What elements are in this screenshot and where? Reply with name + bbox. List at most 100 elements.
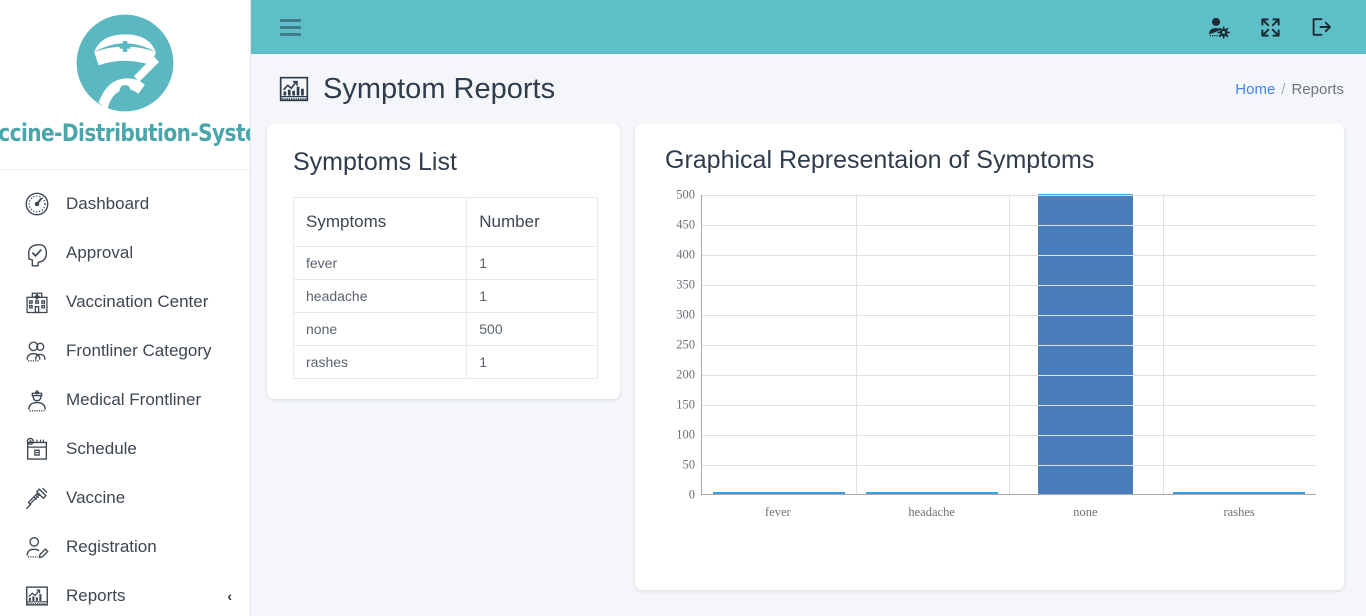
page-header: Symptom Reports Home / Reports — [251, 54, 1366, 124]
sidebar-item-label: Approval — [66, 242, 134, 262]
x-axis-tick-label: fever — [765, 505, 791, 519]
breadcrumb-home-link[interactable]: Home — [1235, 81, 1275, 98]
nurse-icon — [22, 385, 52, 415]
table-row: rashes 1 — [292, 345, 598, 379]
breadcrumb-separator: / — [1281, 80, 1286, 98]
speedometer-icon — [22, 189, 52, 219]
y-axis-tick-label: 350 — [676, 277, 695, 292]
sidebar-item-dashboard[interactable]: Dashboard — [0, 179, 250, 228]
top-navbar — [251, 0, 1366, 54]
sidebar-nav: Dashboard Approval Vaccination Center Fr… — [0, 170, 250, 616]
chart-report-icon — [22, 581, 52, 611]
cell-number: 1 — [466, 246, 598, 280]
y-axis-tick-label: 400 — [676, 247, 695, 262]
x-axis-tick-label: rashes — [1223, 505, 1255, 519]
user-pencil-icon — [22, 532, 52, 562]
cell-symptom: headache — [292, 279, 468, 313]
category-separator — [1162, 195, 1164, 494]
head-check-icon — [22, 238, 52, 268]
y-axis-tick-label: 200 — [676, 367, 695, 382]
bar[interactable] — [866, 492, 999, 494]
y-axis-tick-label: 0 — [688, 487, 695, 502]
category-separator — [1009, 195, 1010, 494]
sidebar: Vaccine-Distribution-System Dashboard — [0, 0, 251, 616]
chart-title: Graphical Representaion of Symptoms — [665, 146, 1095, 174]
y-axis-tick-label: 250 — [676, 337, 695, 352]
chart-report-icon — [279, 76, 309, 102]
sidebar-item-label: Registration — [66, 536, 157, 556]
bar[interactable] — [712, 492, 845, 494]
column-header-symptoms: Symptoms — [292, 197, 468, 247]
logout-icon[interactable] — [1309, 15, 1333, 39]
fullscreen-expand-icon[interactable] — [1259, 16, 1282, 39]
y-axis: 0 50 100 150 200 250 300 350 400 450 500 — [663, 188, 701, 502]
x-axis-tick-label: none — [1073, 505, 1098, 519]
symptoms-list-card: Symptoms List Symptoms Number fever 1 he… — [267, 124, 620, 399]
sidebar-item-medical-frontliner[interactable]: Medical Frontliner — [0, 375, 250, 424]
sidebar-item-vaccine[interactable]: Vaccine — [0, 473, 250, 522]
sidebar-item-label: Schedule — [66, 438, 137, 458]
chevron-left-icon[interactable]: ‹ — [227, 589, 232, 603]
calendar-clock-icon — [22, 434, 52, 464]
breadcrumb-current: Reports — [1291, 80, 1344, 98]
sidebar-item-label: Frontliner Category — [66, 340, 212, 360]
sidebar-item-schedule[interactable]: Schedule — [0, 424, 250, 473]
nurse-with-syringe-logo — [76, 14, 174, 112]
page-title-wrap: Symptom Reports — [277, 72, 555, 106]
user-settings-icon[interactable] — [1205, 14, 1232, 41]
y-axis-tick-label: 500 — [676, 187, 695, 202]
symptoms-table-body: fever 1 headache 1 none 500 rashes 1 — [292, 246, 598, 379]
bar[interactable] — [1038, 194, 1134, 494]
sidebar-item-reports[interactable]: Reports ‹ — [0, 571, 250, 616]
sidebar-item-label: Vaccination Center — [66, 291, 209, 311]
cell-number: 500 — [466, 312, 598, 346]
plot-wrapper: fever headache none rashes — [701, 194, 1316, 578]
table-header-row: Symptoms Number — [292, 197, 598, 247]
chart-card: Graphical Representaion of Symptoms 0 50 1… — [635, 124, 1344, 590]
column-header-number: Number — [466, 197, 598, 247]
sidebar-item-label: Vaccine — [66, 487, 126, 507]
gridline — [702, 495, 1316, 496]
sidebar-item-approval[interactable]: Approval — [0, 228, 250, 277]
x-axis-labels: fever headache none rashes — [701, 505, 1316, 520]
x-axis-tick-label: headache — [908, 505, 955, 519]
brand-title: Vaccine-Distribution-System — [0, 119, 250, 147]
symptoms-list-title: Symptoms List — [293, 148, 457, 176]
symptoms-table: Symptoms Number fever 1 headache 1 none … — [292, 197, 598, 379]
breadcrumb: Home / Reports — [1235, 81, 1344, 98]
symptoms-table-head: Symptoms Number — [292, 197, 598, 247]
y-axis-tick-label: 150 — [676, 397, 695, 412]
sidebar-item-label: Reports — [66, 585, 126, 605]
sidebar-item-vaccination-center[interactable]: Vaccination Center — [0, 277, 250, 326]
cell-symptom: rashes — [292, 345, 468, 379]
y-axis-tick-label: 50 — [682, 457, 696, 472]
brand[interactable]: Vaccine-Distribution-System — [0, 0, 250, 170]
cell-number: 1 — [466, 279, 598, 313]
people-group-icon — [22, 336, 52, 366]
plot-area — [701, 194, 1316, 496]
cell-symptom: none — [292, 312, 468, 346]
sidebar-item-frontliner-category[interactable]: Frontliner Category — [0, 326, 250, 375]
app-root: Vaccine-Distribution-System Dashboard — [0, 0, 1366, 616]
content-area: Symptoms List Symptoms Number fever 1 he… — [251, 124, 1366, 616]
sidebar-item-label: Dashboard — [66, 193, 150, 213]
sidebar-item-label: Medical Frontliner — [66, 389, 202, 409]
cell-symptom: fever — [292, 246, 468, 280]
table-row: fever 1 — [292, 246, 598, 280]
y-axis-tick-label: 300 — [676, 307, 695, 322]
syringe-icon — [22, 483, 52, 513]
table-row: none 500 — [292, 312, 598, 346]
y-axis-tick-label: 100 — [676, 427, 695, 442]
page-title: Symptom Reports — [323, 72, 556, 105]
sidebar-item-registration[interactable]: Registration — [0, 522, 250, 571]
y-axis-tick-label: 450 — [676, 217, 695, 232]
table-row: headache 1 — [292, 279, 598, 313]
hospital-icon — [22, 287, 52, 317]
category-separator — [855, 195, 857, 494]
hamburger-icon[interactable] — [280, 18, 301, 36]
main-area: Symptom Reports Home / Reports Symptoms … — [251, 0, 1366, 616]
cell-number: 1 — [466, 345, 598, 379]
bar-chart: 0 50 100 150 200 250 300 350 400 450 500 fever head… — [657, 181, 1322, 578]
bar[interactable] — [1173, 492, 1306, 494]
topbar-icon-group — [1205, 14, 1333, 41]
